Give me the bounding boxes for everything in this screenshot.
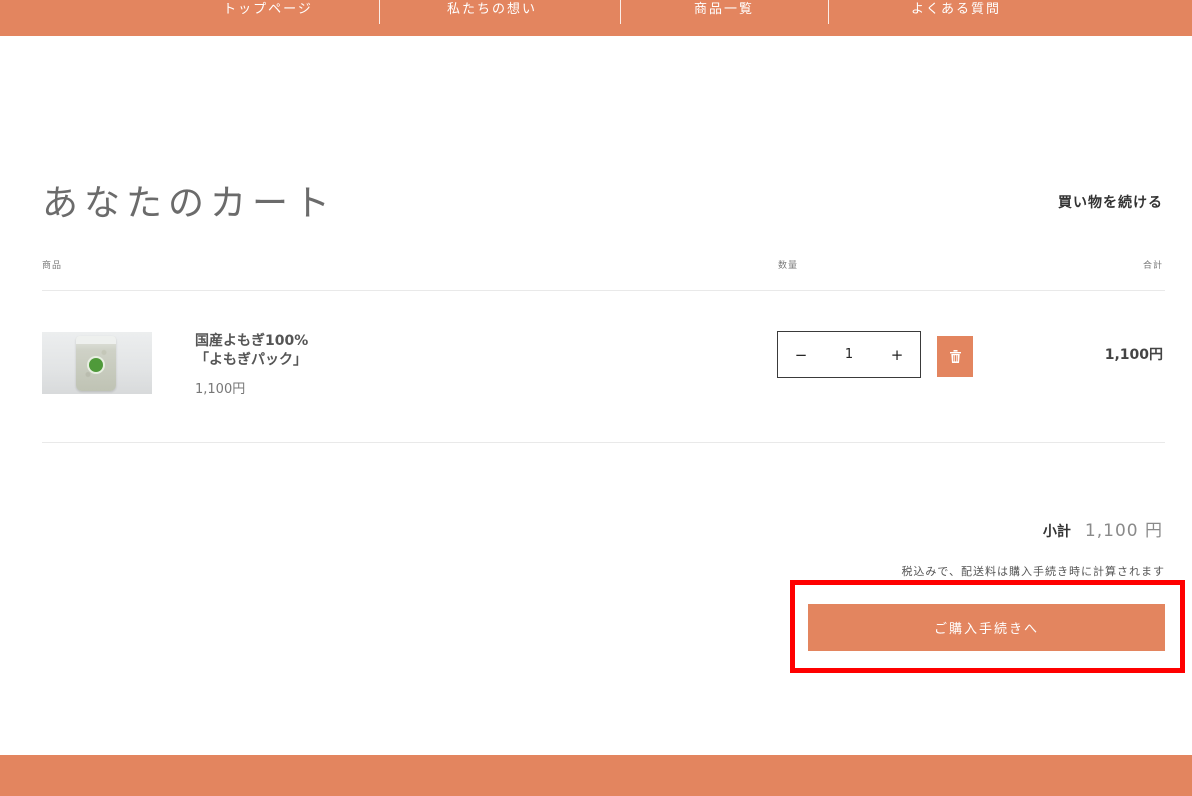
- nav-item-top[interactable]: トップページ: [168, 1, 368, 19]
- checkout-button[interactable]: ご購入手続きへ: [808, 604, 1165, 651]
- product-image[interactable]: [42, 332, 152, 394]
- quantity-increase-button[interactable]: +: [874, 332, 920, 377]
- column-header-quantity: 数量: [778, 261, 799, 271]
- column-header-product: 商品: [42, 261, 63, 271]
- nav-item-products[interactable]: 商品一覧: [624, 1, 824, 19]
- trash-icon: [949, 350, 961, 363]
- subtotal-row: 小計 1,100 円: [1043, 520, 1163, 542]
- line-item-total: 1,100円: [1104, 347, 1163, 363]
- cart-divider: [42, 290, 1165, 291]
- cart-divider: [42, 442, 1165, 443]
- nav-divider: [379, 0, 380, 24]
- subtotal-value: 1,100 円: [1084, 521, 1163, 541]
- nav-item-faq[interactable]: よくある質問: [856, 1, 1056, 19]
- subtotal-label: 小計: [1042, 524, 1071, 540]
- nav-divider: [620, 0, 621, 24]
- quantity-input[interactable]: [825, 333, 873, 376]
- continue-shopping-link[interactable]: 買い物を続ける: [1058, 193, 1163, 213]
- nav-divider: [828, 0, 829, 24]
- tax-shipping-note: 税込みで、配送料は購入手続き時に計算されます: [901, 565, 1165, 578]
- product-bag-label: [89, 358, 103, 372]
- remove-item-button[interactable]: [937, 336, 973, 377]
- product-name-line2: 「よもぎパック」: [195, 352, 307, 368]
- product-name-line1: 国産よもぎ100%: [195, 333, 309, 349]
- page-title: あなたのカート: [42, 183, 337, 224]
- column-header-total: 合計: [1142, 261, 1163, 271]
- quantity-decrease-button[interactable]: −: [778, 332, 824, 377]
- product-unit-price: 1,100円: [195, 382, 246, 397]
- product-bag-seal: [76, 336, 116, 344]
- quantity-stepper: − +: [777, 331, 921, 378]
- product-name-link[interactable]: 国産よもぎ100% 「よもぎパック」: [195, 332, 308, 370]
- top-nav: トップページ 私たちの想い 商品一覧 よくある質問: [0, 0, 1192, 36]
- product-bag-graphic: [76, 336, 116, 391]
- footer: [0, 755, 1192, 796]
- nav-item-our-thoughts[interactable]: 私たちの想い: [392, 1, 592, 19]
